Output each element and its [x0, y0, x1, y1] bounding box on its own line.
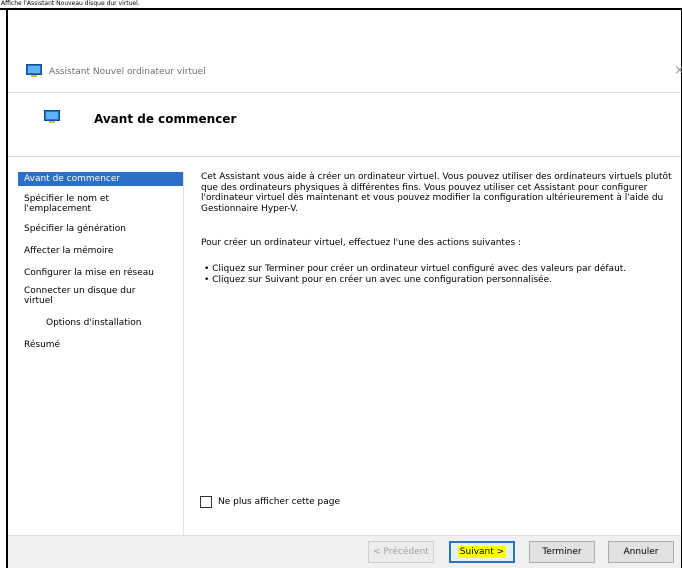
skip-page-checkbox[interactable] [200, 496, 212, 508]
nav-item-generation[interactable]: Spécifier la génération [18, 222, 183, 236]
divider [8, 156, 681, 157]
tooltip-text: Affiche l'Assistant Nouveau disque dur v… [1, 0, 140, 7]
monitor-icon [44, 110, 60, 127]
nav-item-options-installation[interactable]: Options d'installation [18, 316, 183, 330]
bullet-suivant: • Cliquez sur Suivant pour en créer un a… [204, 275, 552, 285]
intro-text: Cet Assistant vous aide à créer un ordin… [201, 172, 672, 214]
nav-item-resume[interactable]: Résumé [18, 338, 183, 352]
page-header: Avant de commencer [44, 110, 236, 127]
cancel-button[interactable]: Annuler [608, 541, 674, 563]
prompt-text: Pour créer un ordinateur virtuel, effect… [201, 238, 522, 248]
nav-item-disque-dur[interactable]: Connecter un disque dur virtuel [18, 284, 158, 308]
monitor-icon [26, 63, 42, 81]
bullet-terminer: • Cliquez sur Terminer pour créer un ord… [204, 264, 627, 274]
window-title: Assistant Nouvel ordinateur virtuel [49, 67, 206, 77]
nav-item-reseau[interactable]: Configurer la mise en réseau [18, 266, 183, 280]
nav-item-avant-de-commencer[interactable]: Avant de commencer [18, 172, 183, 186]
close-icon[interactable]: × [674, 64, 682, 78]
previous-button[interactable]: < Précédent [368, 541, 434, 563]
next-button[interactable]: Suivant > [449, 541, 515, 563]
nav-item-memoire[interactable]: Affecter la mémoire [18, 244, 183, 258]
title-bar: Assistant Nouvel ordinateur virtuel [26, 63, 206, 81]
nav-item-nom-emplacement[interactable]: Spécifier le nom et l'emplacement [18, 192, 153, 216]
skip-page-label: Ne plus afficher cette page [218, 497, 340, 507]
page-title: Avant de commencer [94, 111, 237, 126]
next-button-label: Suivant > [457, 546, 507, 558]
finish-button[interactable]: Terminer [529, 541, 595, 563]
wizard-steps-nav: Avant de commencer Spécifier le nom et l… [18, 172, 183, 535]
skip-page-option[interactable]: Ne plus afficher cette page [200, 496, 340, 508]
tooltip-bar: Affiche l'Assistant Nouveau disque dur v… [0, 0, 682, 10]
divider [8, 92, 681, 93]
content-panel: Cet Assistant vous aide à créer un ordin… [183, 172, 681, 535]
